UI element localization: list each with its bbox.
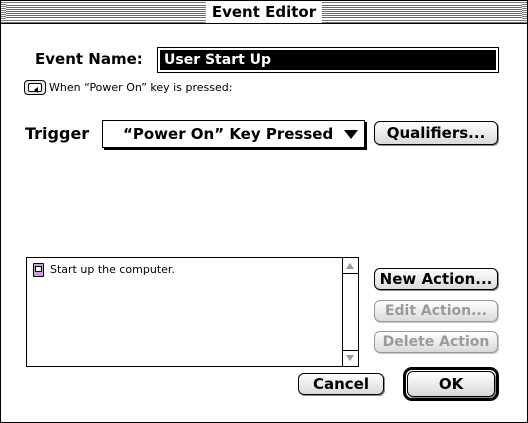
scroll-up-arrow-icon[interactable] — [346, 263, 354, 269]
qualifiers-button[interactable]: Qualifiers... — [374, 121, 498, 145]
vertical-scrollbar[interactable] — [342, 258, 358, 366]
cancel-button[interactable]: Cancel — [298, 373, 384, 395]
actions-list[interactable]: Start up the computer. — [26, 257, 359, 367]
new-action-button[interactable]: New Action... — [374, 268, 498, 290]
edit-action-button[interactable]: Edit Action... — [374, 300, 498, 322]
event-name-value: User Start Up — [160, 50, 496, 70]
scroll-down-arrow-icon[interactable] — [346, 355, 354, 361]
window-title: Event Editor — [205, 1, 323, 23]
chevron-down-icon — [344, 130, 358, 139]
event-name-label: Event Name: — [35, 50, 143, 68]
title-bar[interactable]: Event Editor — [1, 1, 527, 24]
trigger-popup[interactable]: “Power On” Key Pressed — [102, 120, 365, 148]
trigger-label: Trigger — [25, 124, 90, 143]
computer-script-icon — [33, 263, 44, 277]
ok-button[interactable]: OK — [407, 371, 495, 397]
power-key-icon — [24, 80, 46, 95]
action-item-label: Start up the computer. — [50, 263, 175, 276]
trigger-hint-text: When “Power On” key is pressed: — [49, 81, 233, 94]
event-editor-window: Event Editor Event Name: User Start Up W… — [0, 0, 528, 423]
delete-action-button[interactable]: Delete Action — [374, 331, 498, 353]
trigger-popup-value: “Power On” Key Pressed — [123, 125, 334, 143]
event-name-field[interactable]: User Start Up — [157, 47, 499, 73]
